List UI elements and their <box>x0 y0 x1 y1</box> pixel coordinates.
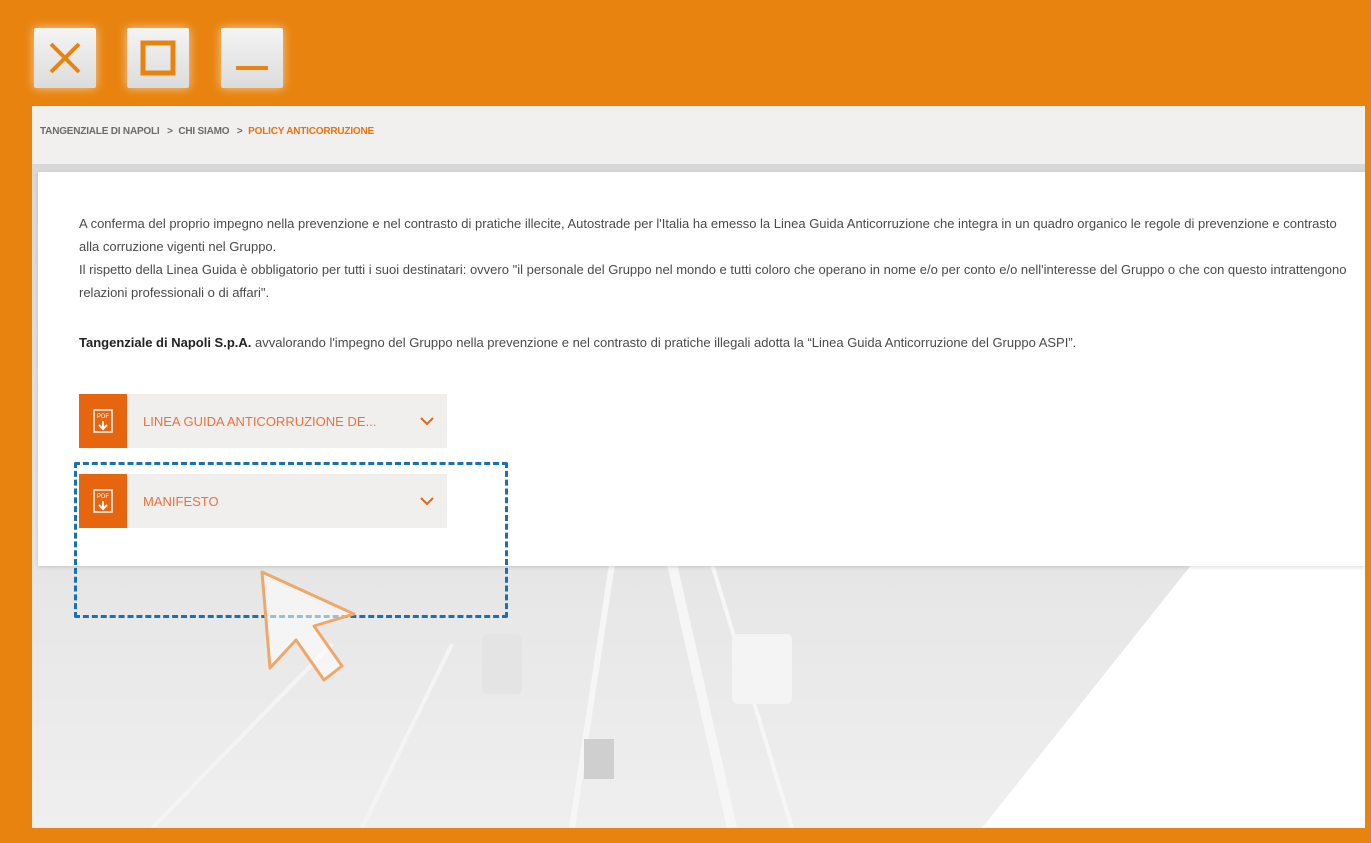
scope-paragraph: Il rispetto della Linea Guida è obbligat… <box>79 262 1347 300</box>
minimize-icon <box>236 66 268 70</box>
breadcrumb-item-home[interactable]: TANGENZIALE DI NAPOLI <box>40 126 160 137</box>
browser-viewport: TANGENZIALE DI NAPOLI > CHI SIAMO > POLI… <box>32 106 1365 828</box>
close-button[interactable] <box>34 28 96 88</box>
content-card: A conferma del proprio impegno nella pre… <box>38 172 1365 618</box>
company-name: Tangenziale di Napoli S.p.A. <box>79 335 252 350</box>
accordion-linea-guida[interactable]: PDF LINEA GUIDA ANTICORRUZIONE DE... <box>79 394 447 448</box>
breadcrumb: TANGENZIALE DI NAPOLI > CHI SIAMO > POLI… <box>40 126 374 137</box>
breadcrumb-separator: > <box>236 126 243 137</box>
pointer-arrow-icon <box>260 570 356 682</box>
adoption-text: avvalorando l'impegno del Gruppo nella p… <box>251 335 1077 350</box>
accordion-label: LINEA GUIDA ANTICORRUZIONE DE... <box>143 413 377 429</box>
pdf-download-icon: PDF <box>79 394 127 448</box>
breadcrumb-item-chi-siamo[interactable]: CHI SIAMO <box>178 126 229 137</box>
breadcrumb-item-current: POLICY ANTICORRUZIONE <box>248 126 374 137</box>
intro-paragraph: A conferma del proprio impegno nella pre… <box>79 216 1337 254</box>
breadcrumb-separator: > <box>167 126 173 137</box>
maximize-icon <box>140 40 176 76</box>
chevron-down-icon[interactable] <box>407 416 447 426</box>
app-frame: TANGENZIALE DI NAPOLI > CHI SIAMO > POLI… <box>0 0 1371 843</box>
adoption-paragraph: Tangenziale di Napoli S.p.A. avvalorando… <box>79 331 1349 354</box>
svg-text:PDF: PDF <box>97 414 109 420</box>
minimize-button[interactable] <box>221 28 283 88</box>
close-icon <box>49 42 81 74</box>
maximize-button[interactable] <box>127 28 189 88</box>
